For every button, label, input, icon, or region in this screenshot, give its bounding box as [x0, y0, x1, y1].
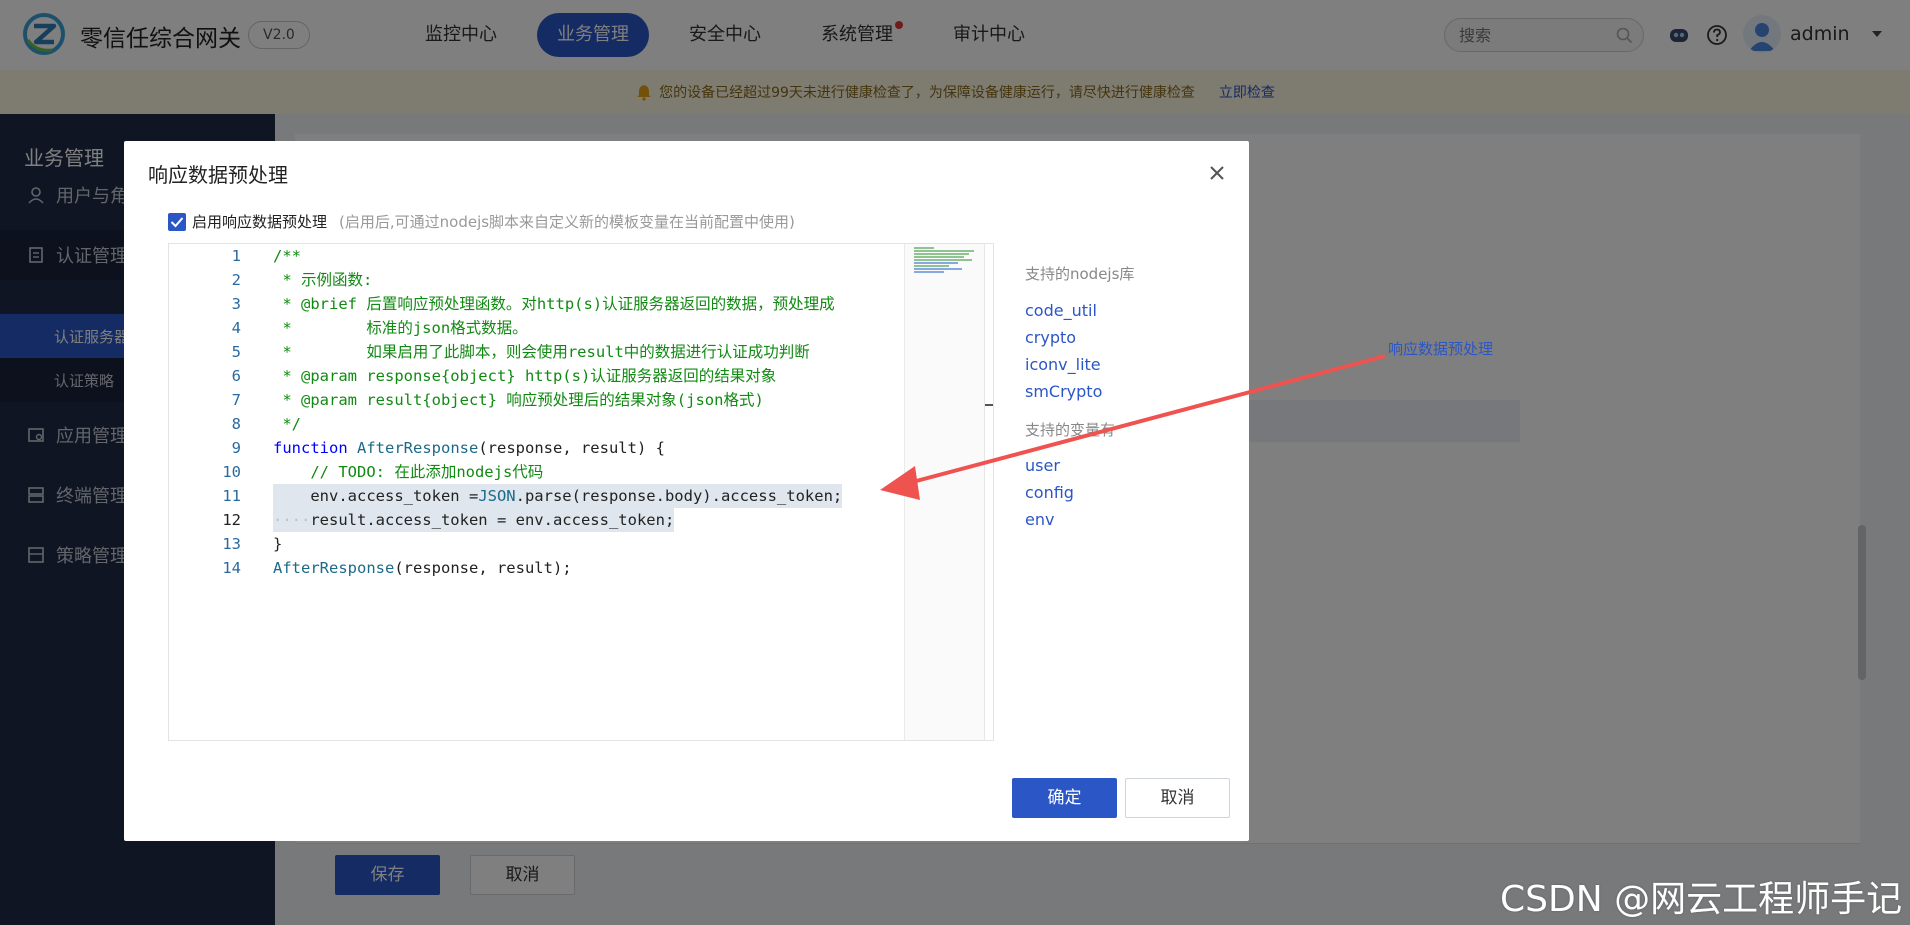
code-line: 13}	[169, 532, 904, 556]
line-number: 11	[222, 487, 241, 505]
lib-link-crypto[interactable]: crypto	[1025, 328, 1076, 347]
lib-link-smcrypto[interactable]: smCrypto	[1025, 382, 1102, 401]
watermark: CSDN @网云工程师手记	[1500, 879, 1903, 920]
line-number: 2	[231, 271, 241, 289]
code-line: 4 * 标准的json格式数据。	[169, 316, 904, 340]
code-line: 9 function AfterResponse(response, result…	[169, 436, 904, 460]
line-number: 12	[222, 511, 241, 529]
code-line: 6 * @param response{object} http(s)认证服务器…	[169, 364, 904, 388]
code-text: // TODO: 在此添加nodejs代码	[273, 463, 544, 481]
line-number: 3	[231, 295, 241, 313]
line-number: 10	[222, 463, 241, 481]
enable-hint: (启用后,可通过nodejs脚本来自定义新的模板变量在当前配置中使用)	[339, 213, 795, 231]
code-line: 8 */	[169, 412, 904, 436]
libs-title: 支持的nodejs库	[1025, 265, 1135, 283]
code-line: 14 AfterResponse(response, result);	[169, 556, 904, 580]
enable-row: 启用响应数据预处理 (启用后,可通过nodejs脚本来自定义新的模板变量在当前配…	[168, 211, 795, 232]
code-text: * 示例函数:	[273, 271, 373, 289]
line-number: 9	[231, 439, 241, 457]
preprocess-dialog: 响应数据预处理 启用响应数据预处理 (启用后,可通过nodejs脚本来自定义新的…	[124, 141, 1249, 841]
code-text: result.access_token	[310, 511, 497, 529]
code-text: * 如果启用了此脚本，则会使用result中的数据进行认证成功判断	[273, 343, 810, 361]
code-text: /**	[273, 247, 301, 265]
code-line: 7 * @param result{object} 响应预处理后的结果对象(js…	[169, 388, 904, 412]
code-function: AfterResponse	[357, 439, 479, 457]
var-link-user[interactable]: user	[1025, 456, 1060, 475]
code-function: JSON	[478, 487, 516, 505]
preprocess-link[interactable]: 响应数据预处理	[1388, 338, 1493, 359]
editor-scrollbar[interactable]	[984, 244, 993, 740]
code-line: 12 ····result.access_token = env.access_t…	[169, 508, 904, 532]
code-area[interactable]: 1 /** 2 * 示例函数: 3 * @brief 后置响应预处理函数。对htt…	[169, 244, 904, 740]
line-number: 6	[231, 367, 241, 385]
var-link-env[interactable]: env	[1025, 510, 1054, 529]
line-number: 5	[231, 343, 241, 361]
code-text: (response, result) {	[478, 439, 665, 457]
line-number: 8	[231, 415, 241, 433]
lib-link-code-util[interactable]: code_util	[1025, 301, 1097, 320]
line-number: 13	[222, 535, 241, 553]
code-text: * @param response{object} http(s)认证服务器返回…	[273, 367, 777, 385]
code-editor[interactable]: 1 /** 2 * 示例函数: 3 * @brief 后置响应预处理函数。对htt…	[168, 243, 994, 741]
code-function: AfterResponse	[273, 559, 395, 577]
line-number: 14	[222, 559, 241, 577]
vars-title: 支持的变量有	[1025, 421, 1116, 439]
code-text: */	[273, 415, 301, 433]
code-line: 11 env.access_token =JSON.parse(response…	[169, 484, 904, 508]
code-line: 1 /**	[169, 244, 904, 268]
code-text: env.access_token;	[515, 511, 675, 529]
code-line: 5 * 如果启用了此脚本，则会使用result中的数据进行认证成功判断	[169, 340, 904, 364]
code-text: =	[496, 511, 516, 529]
enable-checkbox[interactable]	[168, 212, 186, 231]
code-text: env.access_token	[273, 487, 469, 505]
var-link-config[interactable]: config	[1025, 483, 1074, 502]
code-keyword: function	[273, 439, 348, 457]
dialog-title: 响应数据预处理	[148, 163, 288, 187]
code-text: }	[273, 535, 283, 553]
code-line: 3 * @brief 后置响应预处理函数。对http(s)认证服务器返回的数据，…	[169, 292, 904, 316]
enable-label[interactable]: 启用响应数据预处理	[192, 211, 327, 232]
whitespace-marker: ····	[273, 511, 311, 529]
line-number: 4	[231, 319, 241, 337]
code-text: * 标准的json格式数据。	[273, 319, 528, 337]
code-text: * @brief 后置响应预处理函数。对http(s)认证服务器返回的数据，预处…	[273, 295, 835, 313]
scroll-marker	[985, 404, 993, 406]
line-number: 7	[231, 391, 241, 409]
code-minimap[interactable]	[904, 244, 984, 740]
code-text: * @param result{object} 响应预处理后的结果对象(json…	[273, 391, 764, 409]
code-text: =	[468, 487, 479, 505]
dialog-cancel-button[interactable]: 取消	[1125, 778, 1230, 818]
lib-link-iconv-lite[interactable]: iconv_lite	[1025, 355, 1101, 374]
confirm-button[interactable]: 确定	[1012, 778, 1117, 818]
line-number: 1	[231, 247, 241, 265]
close-icon[interactable]	[1207, 163, 1227, 183]
check-icon	[170, 216, 184, 227]
code-line: 2 * 示例函数:	[169, 268, 904, 292]
code-text: (response, result);	[394, 559, 572, 577]
code-text: .parse(response.body).access_token;	[515, 487, 843, 505]
code-line: 10 // TODO: 在此添加nodejs代码	[169, 460, 904, 484]
